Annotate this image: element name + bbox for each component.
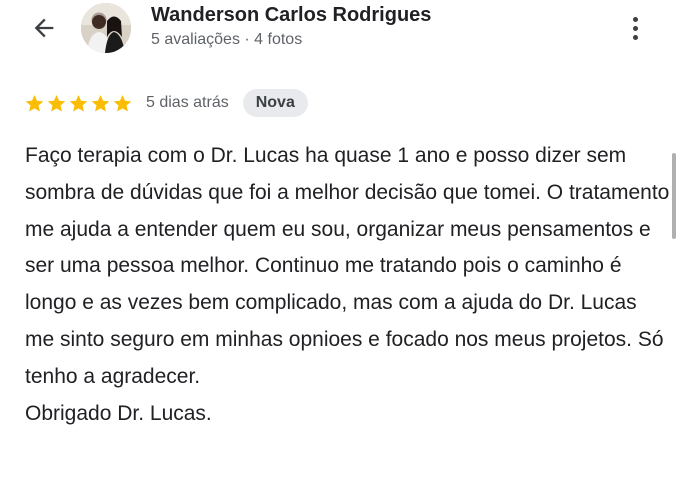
review-text: Faço terapia com o Dr. Lucas ha quase 1 … (25, 144, 670, 425)
rating-row: 5 dias atrás Nova (24, 88, 308, 118)
new-badge: Nova (242, 89, 308, 117)
arrow-left-icon (34, 18, 54, 38)
avatar[interactable] (81, 3, 131, 53)
star-icon (25, 94, 44, 112)
star-icon (113, 94, 132, 112)
author-name[interactable]: Wanderson Carlos Rodrigues (151, 4, 431, 27)
review-time: 5 dias atrás (146, 94, 229, 111)
back-button[interactable] (26, 10, 62, 46)
star-rating (24, 93, 133, 114)
star-icon (47, 94, 66, 112)
more-vert-icon (632, 16, 638, 22)
more-options-button[interactable] (620, 10, 650, 46)
author-meta: 5 avaliações · 4 fotos (151, 31, 303, 48)
star-icon (69, 94, 88, 112)
star-icon (91, 94, 110, 112)
review-header: Wanderson Carlos Rodrigues 5 avaliações … (0, 0, 680, 60)
scrollbar[interactable] (672, 153, 676, 239)
